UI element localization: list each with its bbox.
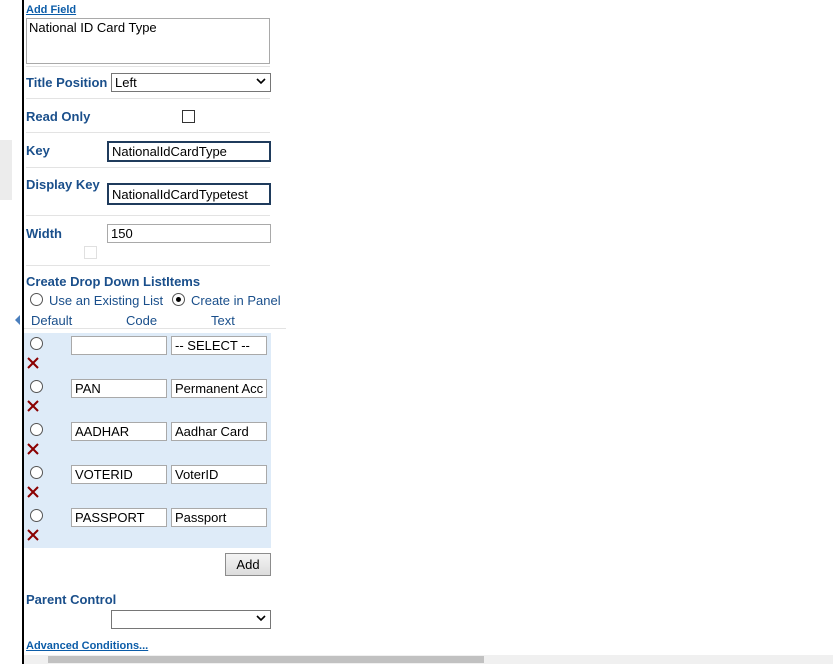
item-code-input[interactable]	[71, 379, 167, 398]
advanced-conditions-link[interactable]: Advanced Conditions...	[26, 640, 148, 652]
collapse-left-arrow-icon[interactable]	[15, 315, 20, 325]
item-code-input[interactable]	[71, 508, 167, 527]
key-label: Key	[26, 143, 50, 158]
width-auto-checkbox[interactable]	[84, 246, 97, 259]
item-code-input[interactable]	[71, 422, 167, 441]
item-code-input[interactable]	[71, 336, 167, 355]
delete-x-icon[interactable]	[27, 529, 39, 541]
chevron-down-icon	[256, 78, 266, 85]
default-item-radio[interactable]	[30, 466, 43, 479]
default-item-radio[interactable]	[30, 380, 43, 393]
field-name-textarea[interactable]: National ID Card Type	[26, 18, 270, 64]
title-position-select[interactable]: Left	[111, 73, 271, 92]
default-item-radio[interactable]	[30, 509, 43, 522]
parent-control-label: Parent Control	[26, 592, 117, 607]
default-item-radio[interactable]	[30, 423, 43, 436]
width-input[interactable]	[107, 224, 271, 243]
delete-x-icon[interactable]	[27, 443, 39, 455]
item-text-input[interactable]	[171, 465, 267, 484]
create-in-panel-radio[interactable]	[172, 293, 185, 306]
separator	[26, 265, 270, 266]
horizontal-scrollbar[interactable]	[24, 655, 833, 664]
separator	[26, 98, 270, 99]
dropdown-heading: Create Drop Down ListItems	[26, 274, 201, 289]
separator	[26, 167, 270, 168]
create-in-panel-label: Create in Panel	[191, 293, 281, 308]
column-text-header: Text	[211, 313, 235, 328]
item-text-input[interactable]	[171, 508, 267, 527]
panel-left-border	[22, 0, 24, 664]
gutter-shade	[0, 140, 12, 200]
width-label: Width	[26, 226, 62, 241]
separator	[26, 215, 270, 216]
chevron-down-icon	[256, 615, 266, 622]
item-text-input[interactable]	[171, 379, 267, 398]
item-text-input[interactable]	[171, 422, 267, 441]
title-position-value: Left	[115, 75, 137, 90]
key-input[interactable]	[107, 141, 271, 162]
read-only-checkbox[interactable]	[182, 110, 195, 123]
left-gutter	[0, 0, 22, 664]
read-only-label: Read Only	[26, 109, 91, 124]
scrollbar-thumb[interactable]	[48, 656, 484, 663]
header-separator	[24, 328, 286, 329]
use-existing-list-label: Use an Existing List	[49, 293, 164, 308]
display-key-input[interactable]	[107, 183, 271, 205]
delete-x-icon[interactable]	[27, 486, 39, 498]
column-code-header: Code	[126, 313, 158, 328]
parent-control-select[interactable]	[111, 610, 271, 629]
title-position-label: Title Position	[26, 75, 108, 90]
display-key-label: Display Key	[26, 177, 100, 192]
use-existing-list-radio[interactable]	[30, 293, 43, 306]
separator	[26, 132, 270, 133]
item-text-input[interactable]	[171, 336, 267, 355]
add-item-button[interactable]: Add	[225, 553, 271, 576]
field-name-value: National ID Card Type	[29, 20, 157, 35]
default-item-radio[interactable]	[30, 337, 43, 350]
delete-x-icon[interactable]	[27, 357, 39, 369]
delete-x-icon[interactable]	[27, 400, 39, 412]
item-code-input[interactable]	[71, 465, 167, 484]
add-field-link[interactable]: Add Field	[26, 4, 76, 16]
column-default-header: Default	[31, 313, 73, 328]
separator	[26, 66, 270, 67]
